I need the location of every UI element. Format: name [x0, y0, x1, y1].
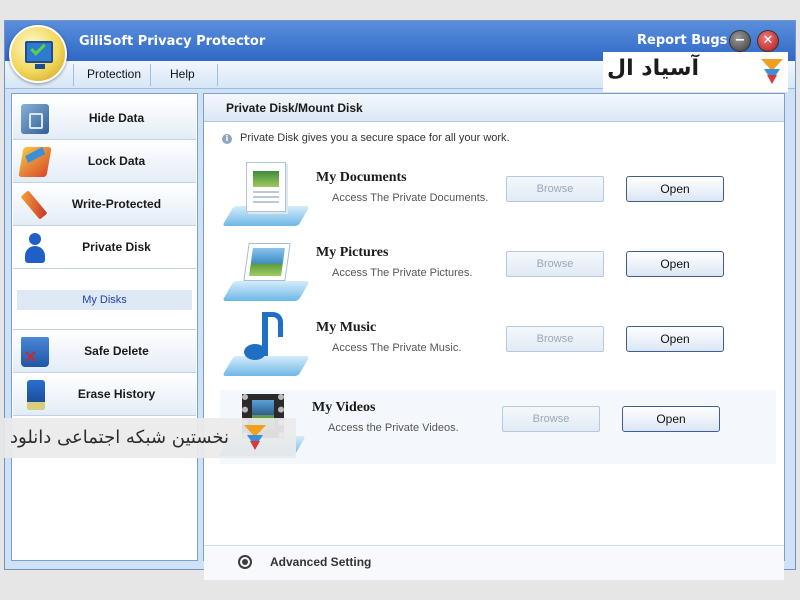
close-button[interactable]: ✕	[757, 30, 779, 52]
watermark-text: آسیاد ال	[607, 56, 699, 81]
menu-separator	[217, 64, 218, 86]
advanced-setting-link[interactable]: Advanced Setting	[270, 555, 371, 569]
app-logo-icon	[9, 25, 67, 83]
sidebar-item-label: Private Disk	[82, 240, 151, 254]
watermark-logo-icon	[244, 425, 266, 451]
report-bugs-link[interactable]: Report Bugs	[637, 33, 727, 48]
app-title: GiliSoft Privacy Protector	[79, 34, 266, 49]
watermark-logo-icon	[761, 59, 783, 85]
open-button[interactable]: Open	[622, 406, 720, 432]
panel-title: Private Disk/Mount Disk	[226, 101, 363, 115]
sidebar-item-label: Lock Data	[87, 154, 146, 168]
open-button[interactable]: Open	[626, 326, 724, 352]
open-button[interactable]: Open	[626, 251, 724, 277]
sidebar-item-safe-delete[interactable]: Safe Delete	[13, 331, 196, 373]
sidebar-item-erase-history[interactable]: Erase History	[13, 374, 196, 416]
pictures-icon	[222, 235, 310, 307]
advanced-setting-icon[interactable]	[238, 555, 252, 569]
panel-header: Private Disk/Mount Disk	[204, 94, 784, 122]
browse-button[interactable]: Browse	[502, 406, 600, 432]
sidebar-item-hide-data[interactable]: Hide Data	[13, 98, 196, 140]
sidebar-item-lock-data[interactable]: Lock Data	[13, 141, 196, 183]
card-my-pictures: My Pictures Access The Private Pictures.…	[222, 235, 776, 309]
minimize-button[interactable]: −	[729, 30, 751, 52]
sidebar-item-label: Erase History	[77, 387, 156, 401]
sidebar-item-label: Safe Delete	[84, 344, 149, 358]
info-text: Private Disk gives you a secure space fo…	[240, 132, 510, 144]
browse-button[interactable]: Browse	[506, 251, 604, 277]
menu-protection[interactable]: Protection	[87, 67, 141, 81]
sidebar: Hide Data Lock Data Write-Protected Priv…	[11, 93, 198, 561]
sidebar-item-label: Write-Protected	[71, 197, 162, 211]
card-title: My Videos	[312, 400, 376, 415]
menu-separator	[73, 64, 74, 86]
card-my-videos: My Videos Access the Private Videos. Bro…	[218, 390, 776, 464]
menu-separator	[150, 64, 151, 86]
main-panel: Private Disk/Mount Disk i Private Disk g…	[203, 93, 785, 580]
music-note-icon	[222, 310, 310, 382]
sidebar-subitem-my-disks[interactable]: My Disks	[17, 290, 192, 310]
menu-help[interactable]: Help	[170, 67, 195, 81]
watermark-overlay: نخستین شبکه اجتماعی دانلود	[4, 418, 296, 458]
app-window: GiliSoft Privacy Protector Report Bugs −…	[4, 20, 796, 580]
sidebar-item-private-disk[interactable]: Private Disk	[13, 227, 196, 269]
private-disk-subpanel: My Disks	[13, 270, 196, 330]
sidebar-item-label: Hide Data	[88, 111, 145, 125]
browse-button[interactable]: Browse	[506, 176, 604, 202]
card-my-music: My Music Access The Private Music. Brows…	[222, 310, 776, 384]
watermark-text: نخستین شبکه اجتماعی دانلود	[10, 427, 230, 448]
browse-button[interactable]: Browse	[506, 326, 604, 352]
info-icon: i	[222, 134, 232, 144]
card-description: Access The Private Music.	[332, 342, 462, 354]
watermark-banner: آسیاد ال	[603, 52, 788, 92]
card-title: My Music	[316, 320, 377, 335]
card-description: Access the Private Videos.	[328, 422, 459, 434]
info-row: i Private Disk gives you a secure space …	[204, 122, 784, 152]
card-my-documents: My Documents Access The Private Document…	[222, 160, 776, 234]
card-title: My Documents	[316, 170, 407, 185]
open-button[interactable]: Open	[626, 176, 724, 202]
card-description: Access The Private Documents.	[332, 192, 489, 204]
card-description: Access The Private Pictures.	[332, 267, 473, 279]
sidebar-item-write-protected[interactable]: Write-Protected	[13, 184, 196, 226]
card-title: My Pictures	[316, 245, 389, 260]
advanced-setting-row: Advanced Setting	[204, 546, 784, 580]
documents-icon	[222, 160, 310, 232]
